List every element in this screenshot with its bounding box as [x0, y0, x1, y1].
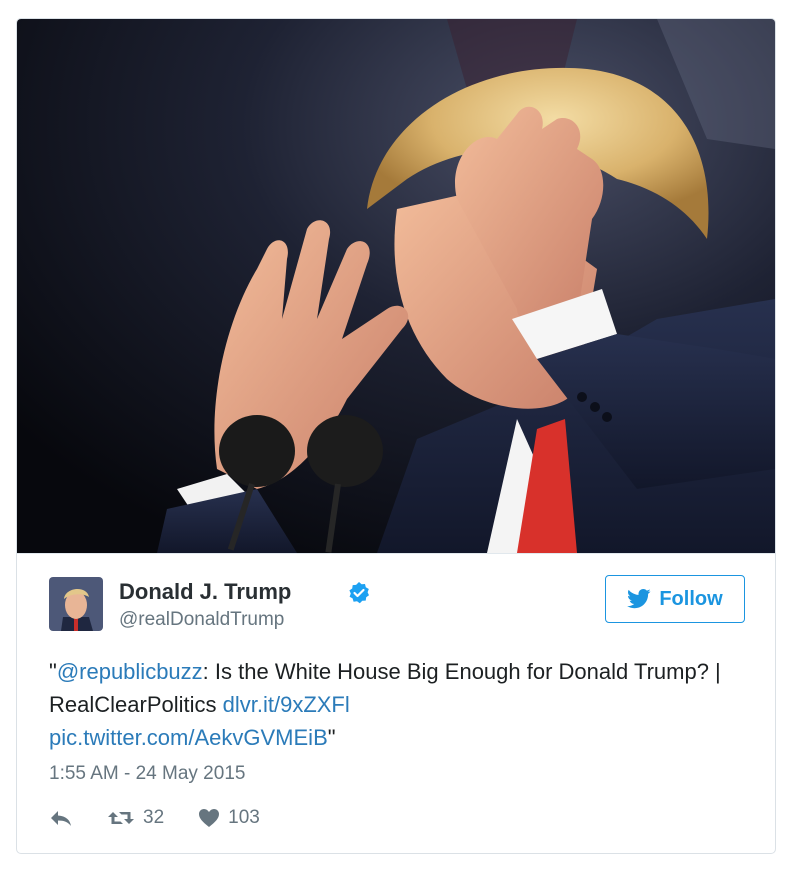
retweet-count: 32: [143, 807, 165, 828]
tweet-timestamp[interactable]: 1:55 AM - 24 May 2015: [49, 763, 245, 785]
like-count: 103: [228, 807, 260, 828]
user-display-name[interactable]: Donald J. Trump: [119, 579, 291, 605]
retweet-button[interactable]: 32: [107, 807, 164, 829]
heart-icon: [199, 809, 220, 827]
like-button[interactable]: 103: [198, 807, 260, 829]
tweet-actions: 32 103: [49, 805, 294, 831]
tweet-card: Donald J. Trump @realDonaldTrump Follow …: [16, 18, 776, 854]
twitter-bird-icon: [627, 589, 651, 609]
pic-link[interactable]: pic.twitter.com/AekvGVMEiB: [49, 725, 328, 750]
tweet-photo[interactable]: [17, 19, 775, 554]
reply-button[interactable]: [49, 808, 73, 828]
retweet-icon: [108, 812, 134, 824]
mention-link[interactable]: @republicbuzz: [57, 659, 203, 684]
photo-illustration: [17, 19, 775, 553]
follow-button[interactable]: Follow: [605, 575, 745, 623]
avatar[interactable]: [49, 577, 103, 631]
tweet-text: "@republicbuzz: Is the White House Big E…: [49, 655, 749, 754]
close-quote: ": [327, 725, 336, 750]
follow-button-label: Follow: [659, 587, 723, 610]
reply-icon: [51, 811, 71, 826]
verified-badge-icon: [349, 582, 369, 604]
open-quote: ": [49, 659, 57, 684]
avatar-image: [49, 577, 103, 631]
user-handle[interactable]: @realDonaldTrump: [119, 609, 284, 631]
short-link[interactable]: dlvr.it/9xZXFl: [223, 692, 350, 717]
